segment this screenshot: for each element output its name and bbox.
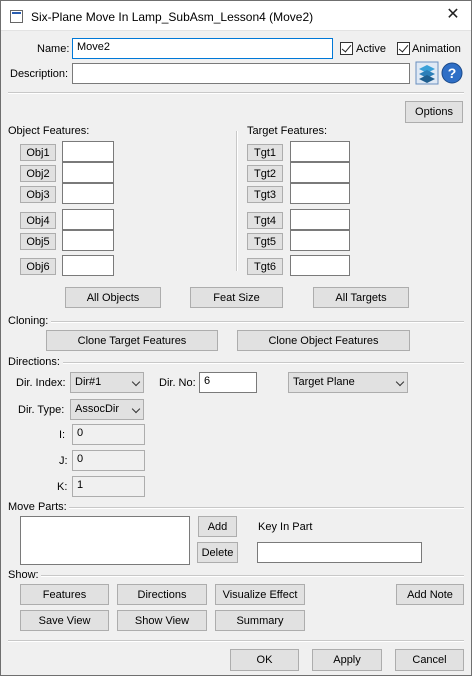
tgt6-button[interactable]: Tgt6 bbox=[247, 258, 283, 275]
obj6-field[interactable] bbox=[62, 255, 114, 276]
tgt5-button[interactable]: Tgt5 bbox=[247, 233, 283, 250]
tgt5-field[interactable] bbox=[290, 230, 350, 251]
tgt3-button[interactable]: Tgt3 bbox=[247, 186, 283, 203]
ok-button[interactable]: OK bbox=[230, 649, 299, 671]
cloning-separator bbox=[51, 321, 464, 323]
obj5-field[interactable] bbox=[62, 230, 114, 251]
tgt4-button[interactable]: Tgt4 bbox=[247, 212, 283, 229]
tgt1-button[interactable]: Tgt1 bbox=[247, 144, 283, 161]
move-parts-list[interactable] bbox=[20, 516, 190, 565]
chevron-down-icon bbox=[131, 377, 141, 387]
obj2-field[interactable] bbox=[62, 162, 114, 183]
delete-part-button[interactable]: Delete bbox=[197, 542, 238, 563]
obj2-button[interactable]: Obj2 bbox=[20, 165, 56, 182]
obj3-button[interactable]: Obj3 bbox=[20, 186, 56, 203]
dir-no-label: Dir. No: bbox=[159, 377, 196, 389]
obj5-button[interactable]: Obj5 bbox=[20, 233, 56, 250]
dialog-window: Six-Plane Move In Lamp_SubAsm_Lesson4 (M… bbox=[0, 0, 472, 676]
name-label: Name: bbox=[37, 43, 70, 55]
app-window-icon bbox=[10, 10, 23, 23]
tgt4-field[interactable] bbox=[290, 209, 350, 230]
tgt1-field[interactable] bbox=[290, 141, 350, 162]
obj3-field[interactable] bbox=[62, 183, 114, 204]
j-label: J: bbox=[59, 455, 68, 467]
dir-no-input[interactable]: 6 bbox=[199, 372, 257, 393]
description-input[interactable] bbox=[72, 63, 410, 84]
j-field: 0 bbox=[72, 450, 145, 471]
add-note-button[interactable]: Add Note bbox=[396, 584, 464, 605]
options-button[interactable]: Options bbox=[405, 101, 463, 123]
summary-button[interactable]: Summary bbox=[215, 610, 305, 631]
directions-label: Directions: bbox=[8, 356, 60, 368]
k-field: 1 bbox=[72, 476, 145, 497]
window-title: Six-Plane Move In Lamp_SubAsm_Lesson4 (M… bbox=[31, 10, 314, 24]
feat-size-button[interactable]: Feat Size bbox=[190, 287, 283, 308]
all-targets-button[interactable]: All Targets bbox=[313, 287, 409, 308]
title-bar[interactable]: Six-Plane Move In Lamp_SubAsm_Lesson4 (M… bbox=[1, 1, 471, 31]
active-checkbox[interactable] bbox=[340, 42, 353, 55]
target-features-label: Target Features: bbox=[247, 125, 328, 137]
clone-target-features-button[interactable]: Clone Target Features bbox=[46, 330, 218, 351]
dir-type-select[interactable]: AssocDir bbox=[70, 399, 144, 420]
dir-index-label: Dir. Index: bbox=[16, 377, 66, 389]
tgt6-field[interactable] bbox=[290, 255, 350, 276]
cancel-button[interactable]: Cancel bbox=[395, 649, 464, 671]
dir-index-select[interactable]: Dir#1 bbox=[70, 372, 144, 393]
directions-separator bbox=[63, 362, 464, 364]
show-directions-button[interactable]: Directions bbox=[117, 584, 207, 605]
show-label: Show: bbox=[8, 569, 39, 581]
cloning-label: Cloning: bbox=[8, 315, 49, 327]
features-divider bbox=[236, 131, 238, 271]
show-features-button[interactable]: Features bbox=[20, 584, 109, 605]
visualize-effect-button[interactable]: Visualize Effect bbox=[215, 584, 305, 605]
show-separator bbox=[41, 575, 464, 577]
show-view-button[interactable]: Show View bbox=[117, 610, 207, 631]
i-field: 0 bbox=[72, 424, 145, 445]
add-part-button[interactable]: Add bbox=[198, 516, 237, 537]
animation-label: Animation bbox=[412, 43, 461, 55]
plane-select[interactable]: Target Plane bbox=[288, 372, 408, 393]
active-label: Active bbox=[356, 43, 386, 55]
chevron-down-icon bbox=[131, 404, 141, 414]
tgt2-button[interactable]: Tgt2 bbox=[247, 165, 283, 182]
obj1-field[interactable] bbox=[62, 141, 114, 162]
tgt3-field[interactable] bbox=[290, 183, 350, 204]
object-features-label: Object Features: bbox=[8, 125, 90, 137]
close-icon[interactable]: ✕ bbox=[441, 4, 465, 26]
k-label: K: bbox=[57, 481, 68, 493]
footer-separator bbox=[8, 640, 464, 642]
obj6-button[interactable]: Obj6 bbox=[20, 258, 56, 275]
move-parts-separator bbox=[69, 507, 464, 509]
tgt2-field[interactable] bbox=[290, 162, 350, 183]
dir-index-value: Dir#1 bbox=[75, 376, 102, 388]
all-objects-button[interactable]: All Objects bbox=[65, 287, 161, 308]
save-view-button[interactable]: Save View bbox=[20, 610, 109, 631]
plane-value: Target Plane bbox=[293, 376, 355, 388]
dir-type-label: Dir. Type: bbox=[18, 404, 65, 416]
obj4-button[interactable]: Obj4 bbox=[20, 212, 56, 229]
apply-button[interactable]: Apply bbox=[312, 649, 382, 671]
key-in-part-input[interactable] bbox=[257, 542, 422, 563]
obj1-button[interactable]: Obj1 bbox=[20, 144, 56, 161]
chevron-down-icon bbox=[395, 377, 405, 387]
key-in-part-label: Key In Part bbox=[258, 521, 313, 533]
move-parts-label: Move Parts: bbox=[8, 501, 67, 513]
name-input[interactable]: Move2 bbox=[72, 38, 333, 59]
feature-tree-icon[interactable] bbox=[415, 61, 439, 85]
clone-object-features-button[interactable]: Clone Object Features bbox=[237, 330, 410, 351]
description-label: Description: bbox=[10, 68, 69, 80]
dir-type-value: AssocDir bbox=[75, 403, 120, 415]
i-label: I: bbox=[59, 429, 66, 441]
animation-checkbox[interactable] bbox=[397, 42, 410, 55]
svg-text:?: ? bbox=[448, 65, 457, 81]
help-icon[interactable]: ? bbox=[441, 61, 463, 85]
separator bbox=[8, 92, 464, 94]
obj4-field[interactable] bbox=[62, 209, 114, 230]
